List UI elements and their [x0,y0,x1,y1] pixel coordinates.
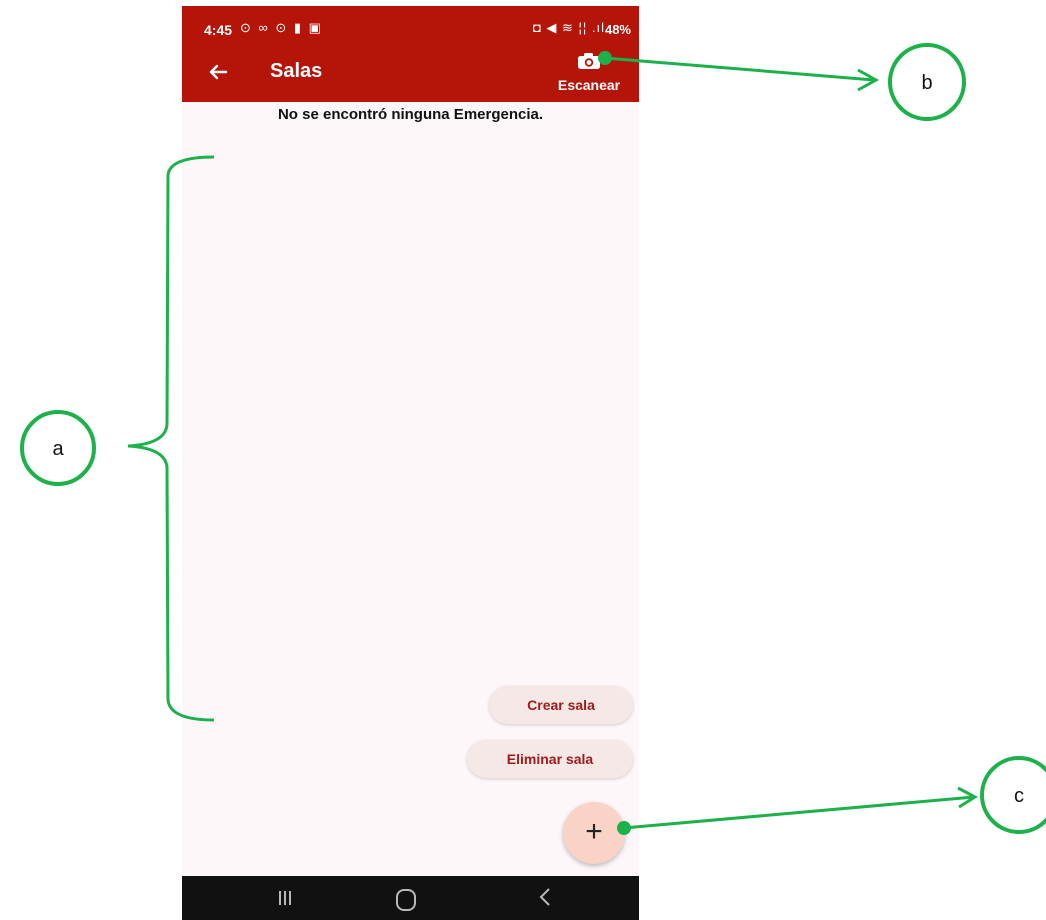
annotation-label-c: c [1014,785,1024,807]
annotation-label-a: a [52,438,64,460]
annotation-label-b: b [921,72,932,94]
bracket-a [127,155,215,722]
arrow-b [604,56,875,82]
arrow-c [623,795,975,830]
annotation-layer: a b c [20,43,1046,835]
